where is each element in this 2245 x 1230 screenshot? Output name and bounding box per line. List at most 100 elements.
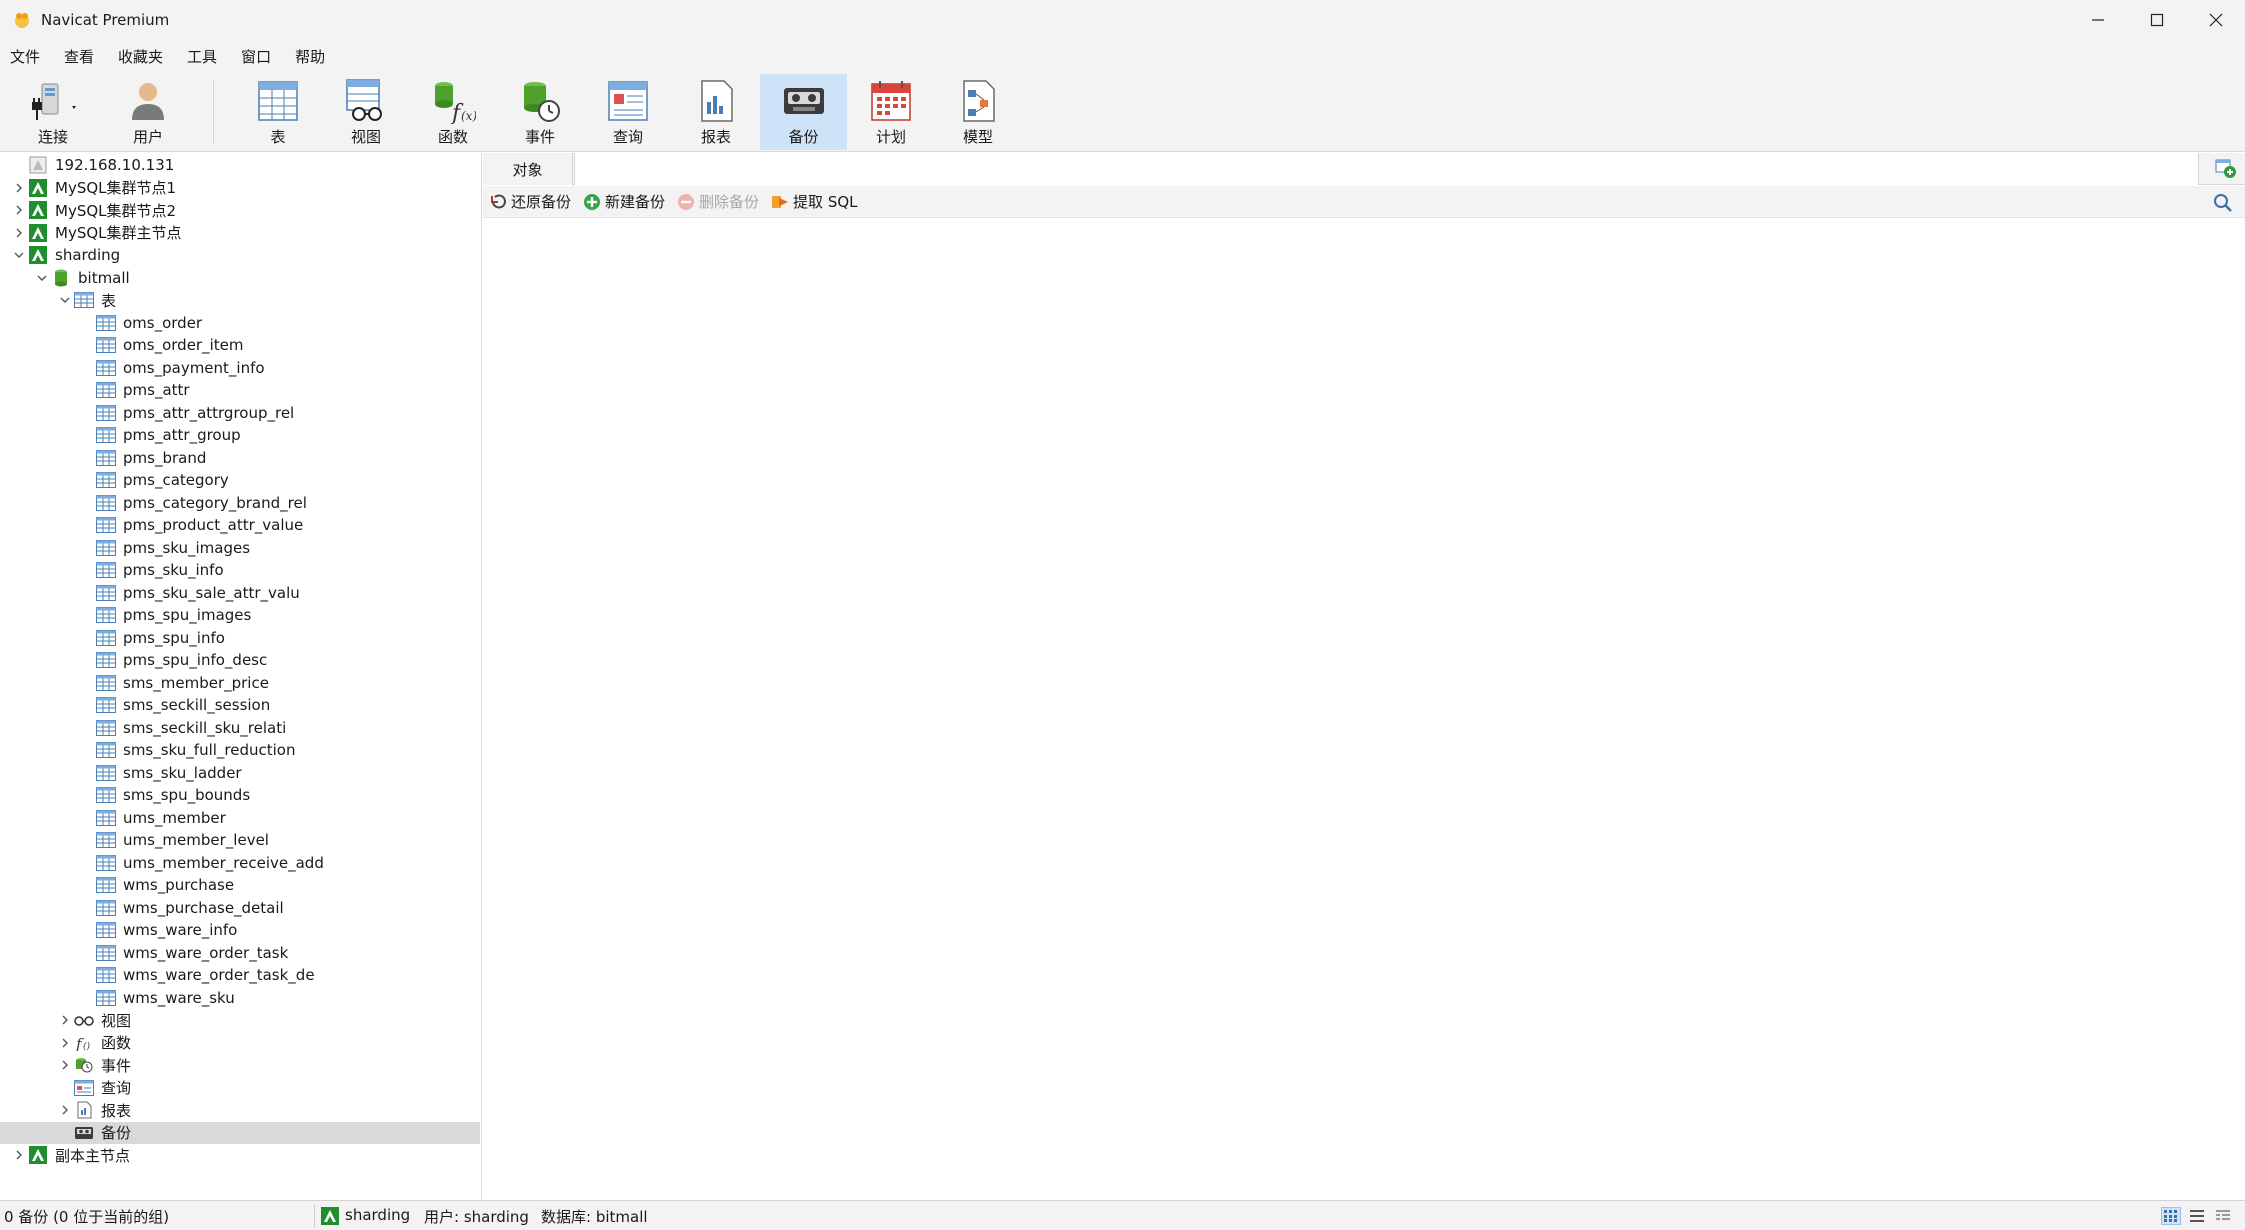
report-icon bbox=[74, 1101, 94, 1119]
event-button[interactable]: 事件 bbox=[512, 74, 568, 150]
maximize-icon bbox=[2150, 13, 2163, 27]
tree-connection[interactable]: MySQL集群节点2 bbox=[0, 199, 480, 221]
collapse-arrow-icon[interactable] bbox=[35, 271, 49, 285]
expand-arrow-icon[interactable] bbox=[12, 181, 26, 195]
tree-group-tables[interactable]: 表 bbox=[0, 289, 480, 311]
tree-table-item[interactable]: ums_member bbox=[0, 807, 480, 829]
close-button[interactable] bbox=[2186, 0, 2245, 40]
tree-table-item[interactable]: pms_spu_info_desc bbox=[0, 649, 480, 671]
function-icon: f() bbox=[74, 1034, 94, 1052]
svg-text:(x): (x) bbox=[461, 109, 476, 123]
report-button[interactable]: 报表 bbox=[688, 74, 744, 150]
tree-connection[interactable]: 副本主节点 bbox=[0, 1144, 480, 1166]
tree-table-item[interactable]: wms_ware_info bbox=[0, 919, 480, 941]
tree-table-item[interactable]: wms_ware_order_task bbox=[0, 942, 480, 964]
tree-group-item[interactable]: f() 函数 bbox=[0, 1032, 480, 1054]
tree-database[interactable]: bitmall bbox=[0, 267, 480, 289]
tree-connection[interactable]: sharding bbox=[0, 244, 480, 266]
tree-table-item[interactable]: oms_order bbox=[0, 312, 480, 334]
table-icon bbox=[96, 516, 116, 534]
expand-arrow-icon[interactable] bbox=[12, 203, 26, 217]
query-button[interactable]: 查询 bbox=[600, 74, 656, 150]
tree-table-item[interactable]: oms_payment_info bbox=[0, 357, 480, 379]
tree-item-label: wms_ware_order_task bbox=[123, 943, 289, 962]
tree-table-item[interactable]: pms_spu_info bbox=[0, 627, 480, 649]
tree-group-item[interactable]: 报表 bbox=[0, 1099, 480, 1121]
tree-group-item[interactable]: 事件 bbox=[0, 1054, 480, 1076]
backup-button[interactable]: 备份 bbox=[760, 74, 847, 150]
restore-backup-button[interactable]: 还原备份 bbox=[489, 191, 571, 212]
tree-table-item[interactable]: wms_purchase bbox=[0, 874, 480, 896]
menu-tools[interactable]: 工具 bbox=[175, 40, 229, 74]
new-tab-icon[interactable] bbox=[2215, 159, 2237, 179]
menu-view[interactable]: 查看 bbox=[52, 40, 106, 74]
expand-arrow-icon[interactable] bbox=[58, 1013, 72, 1027]
menu-file[interactable]: 文件 bbox=[0, 40, 52, 74]
tree-table-item[interactable]: pms_brand bbox=[0, 447, 480, 469]
expand-arrow-icon[interactable] bbox=[12, 1148, 26, 1162]
tree-table-item[interactable]: pms_attr_group bbox=[0, 424, 480, 446]
tree-table-item[interactable]: pms_category bbox=[0, 469, 480, 491]
table-icon bbox=[96, 381, 116, 399]
tree-table-item[interactable]: pms_attr bbox=[0, 379, 480, 401]
tree-group-item[interactable]: 备份 bbox=[0, 1121, 480, 1144]
object-tree[interactable]: 192.168.10.131 MySQL集群节点1 MySQL集群节点2 MySQL集… bbox=[0, 153, 482, 1200]
menu-window[interactable]: 窗口 bbox=[229, 40, 283, 74]
tree-table-item[interactable]: sms_sku_ladder bbox=[0, 762, 480, 784]
tree-table-item[interactable]: sms_spu_bounds bbox=[0, 784, 480, 806]
tree-connection[interactable]: MySQL集群主节点 bbox=[0, 222, 480, 244]
extract-sql-button[interactable]: 提取 SQL bbox=[771, 191, 858, 212]
tree-table-item[interactable]: ums_member_receive_add bbox=[0, 852, 480, 874]
tree-table-item[interactable]: wms_ware_sku bbox=[0, 987, 480, 1009]
tree-table-item[interactable]: pms_sku_info bbox=[0, 559, 480, 581]
new-backup-button[interactable]: 新建备份 bbox=[583, 191, 665, 212]
expand-arrow-icon[interactable] bbox=[58, 1058, 72, 1072]
tree-table-item[interactable]: ums_member_level bbox=[0, 829, 480, 851]
tree-group-item[interactable]: 查询 bbox=[0, 1077, 480, 1099]
menu-help[interactable]: 帮助 bbox=[283, 40, 337, 74]
tree-table-item[interactable]: sms_seckill_sku_relati bbox=[0, 717, 480, 739]
menu-favorites[interactable]: 收藏夹 bbox=[106, 40, 175, 74]
tree-group-item[interactable]: 视图 bbox=[0, 1009, 480, 1031]
tree-table-item[interactable]: sms_member_price bbox=[0, 672, 480, 694]
object-action-bar: 还原备份 新建备份 删除备份 提取 SQL bbox=[483, 186, 2245, 218]
tree-table-item[interactable]: sms_sku_full_reduction bbox=[0, 739, 480, 761]
tree-table-item[interactable]: oms_order_item bbox=[0, 334, 480, 356]
expand-arrow-icon[interactable] bbox=[58, 1103, 72, 1117]
detail-view-button[interactable] bbox=[2213, 1207, 2233, 1225]
tree-table-item[interactable]: pms_sku_images bbox=[0, 537, 480, 559]
search-icon[interactable] bbox=[2213, 193, 2233, 213]
connect-button[interactable]: 连接 bbox=[20, 74, 86, 150]
expand-arrow-icon[interactable] bbox=[12, 226, 26, 240]
tree-connection[interactable]: MySQL集群节点1 bbox=[0, 177, 480, 199]
view-button[interactable]: 视图 bbox=[338, 74, 394, 150]
tree-table-item[interactable]: sms_seckill_session bbox=[0, 694, 480, 716]
tree-table-item[interactable]: pms_category_brand_rel bbox=[0, 492, 480, 514]
tree-table-item[interactable]: pms_sku_sale_attr_valu bbox=[0, 582, 480, 604]
expand-arrow-icon[interactable] bbox=[58, 1036, 72, 1050]
collapse-arrow-icon[interactable] bbox=[58, 293, 72, 307]
schedule-button[interactable]: 计划 bbox=[863, 74, 919, 150]
table-icon bbox=[96, 786, 116, 804]
model-button[interactable]: 模型 bbox=[950, 74, 1006, 150]
maximize-button[interactable] bbox=[2127, 0, 2186, 40]
delete-backup-button[interactable]: 删除备份 bbox=[677, 191, 759, 212]
grid-view-button[interactable] bbox=[2161, 1207, 2181, 1225]
tree-item-label: ums_member_receive_add bbox=[123, 853, 324, 872]
tree-table-item[interactable]: pms_attr_attrgroup_rel bbox=[0, 402, 480, 424]
tab-object[interactable]: 对象 bbox=[483, 153, 573, 185]
tree-table-item[interactable]: pms_spu_images bbox=[0, 604, 480, 626]
tree-table-item[interactable]: pms_product_attr_value bbox=[0, 514, 480, 536]
function-button[interactable]: f (x) 函数 bbox=[425, 74, 481, 150]
user-button[interactable]: 用户 bbox=[120, 74, 176, 150]
list-view-button[interactable] bbox=[2187, 1207, 2207, 1225]
tree-table-item[interactable]: wms_ware_order_task_de bbox=[0, 964, 480, 986]
tree-connection[interactable]: 192.168.10.131 bbox=[0, 154, 480, 176]
minimize-button[interactable] bbox=[2068, 0, 2127, 40]
tree-item-label: pms_attr bbox=[123, 381, 190, 399]
event-clock-icon bbox=[515, 76, 565, 126]
collapse-arrow-icon[interactable] bbox=[12, 248, 26, 262]
table-button[interactable]: 表 bbox=[250, 74, 306, 150]
tree-table-item[interactable]: wms_purchase_detail bbox=[0, 897, 480, 919]
tree-item-label: pms_product_attr_value bbox=[123, 516, 304, 534]
